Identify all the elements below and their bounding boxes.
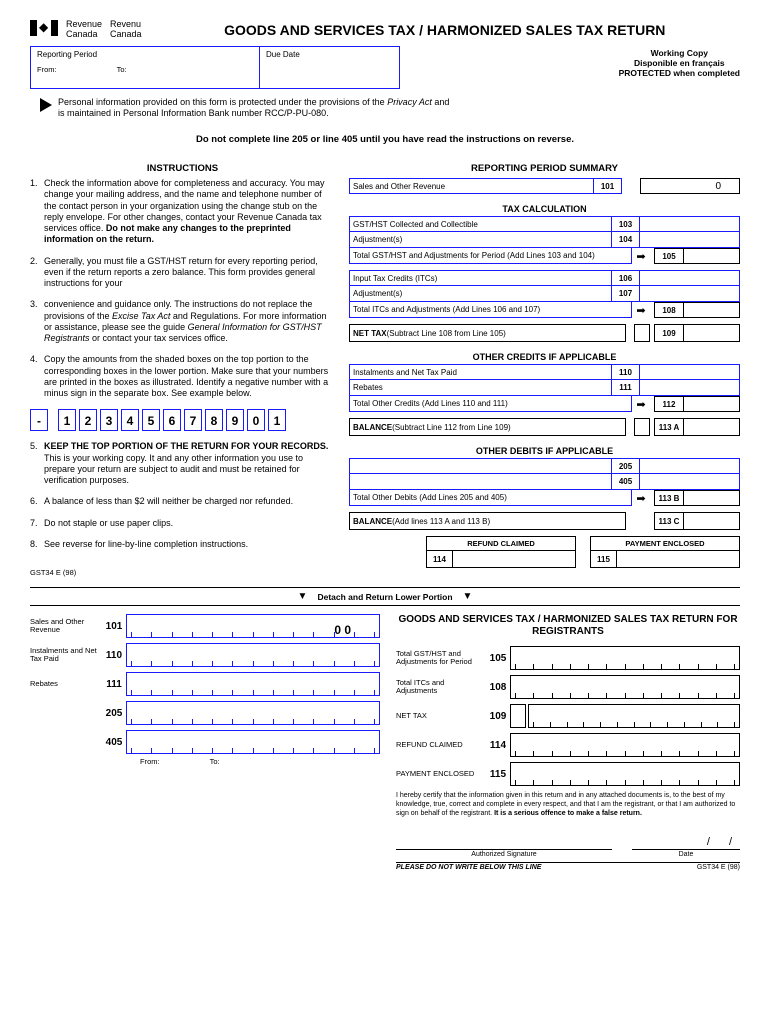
line-112-total: Total Other Credits (Add Lines 110 and 1… (349, 396, 740, 412)
credits-head: OTHER CREDITS IF APPLICABLE (349, 352, 740, 362)
line-103: GST/HST Collected and Collectible103 (349, 216, 740, 232)
instructions-list-2: 5.KEEP THE TOP PORTION OF THE RETURN FOR… (30, 441, 335, 550)
line-105-total: Total GST/HST and Adjustments for Period… (349, 248, 740, 264)
line-405: 405 (349, 474, 740, 490)
arrow-icon: ➡ (632, 396, 650, 412)
line-109-net: NET TAX (Subtract Line 108 from Line 105… (349, 324, 740, 342)
lower-line-111: Rebates111 (30, 672, 380, 696)
debits-head: OTHER DEBITS IF APPLICABLE (349, 446, 740, 456)
lower-line-114: REFUND CLAIMED114 (396, 733, 740, 757)
down-triangle-icon: ▼ (298, 591, 308, 602)
working-copy-note: Working Copy Disponible en français PROT… (619, 46, 740, 89)
canada-flag-icon (30, 20, 58, 36)
date-field[interactable]: / / (632, 836, 740, 848)
signature-line[interactable]: Authorized Signature (396, 849, 612, 858)
from-label: From: (37, 65, 57, 74)
form-code-top: GST34 E (98) (30, 568, 740, 577)
line-113b-total: Total Other Debits (Add Lines 205 and 40… (349, 490, 740, 506)
reporting-period-box[interactable]: Reporting Period From: To: (30, 46, 260, 89)
header: RevenueCanada RevenuCanada GOODS AND SER… (30, 20, 740, 40)
agency-fr: RevenuCanada (110, 20, 142, 40)
lower-right-column: GOODS AND SERVICES TAX / HARMONIZED SALE… (396, 614, 740, 871)
due-date-label: Due Date (266, 50, 393, 59)
top-boxes: Reporting Period From: To: Due Date Work… (30, 46, 740, 89)
reporting-period-label: Reporting Period (37, 50, 253, 59)
line-110: Instalments and Net Tax Paid110 (349, 364, 740, 380)
arrow-icon: ➡ (632, 490, 650, 506)
example-digits: - 1 2 3 4 5 6 7 8 9 0 1 (30, 409, 335, 431)
lower-line-110: Instalments and Net Tax Paid110 (30, 643, 380, 667)
lower-line-205: 205 (30, 701, 380, 725)
lower-line-115: PAYMENT ENCLOSED115 (396, 762, 740, 786)
form-title: GOODS AND SERVICES TAX / HARMONIZED SALE… (150, 20, 740, 38)
line-107: Adjustment(s)107 (349, 286, 740, 302)
line-101: Sales and Other Revenue 101 0 (349, 178, 740, 194)
lower-line-108: Total ITCs and Adjustments108 (396, 675, 740, 699)
lower-line-101: Sales and Other Revenue1010 0 (30, 614, 380, 638)
lower-from: From: (140, 757, 160, 766)
lower-line-105: Total GST/HST and Adjustments for Period… (396, 646, 740, 670)
lower-to: To: (210, 757, 220, 766)
instructions-list: 1.Check the information above for comple… (30, 178, 335, 399)
footer-line: PLEASE DO NOT WRITE BELOW THIS LINE GST3… (396, 862, 740, 871)
summary-head: REPORTING PERIOD SUMMARY (349, 163, 740, 174)
lower-left-column: Sales and Other Revenue1010 0 Instalments… (30, 614, 380, 871)
instructions-head: INSTRUCTIONS (30, 163, 335, 174)
lower-title: GOODS AND SERVICES TAX / HARMONIZED SALE… (396, 614, 740, 638)
down-triangle-icon: ▼ (463, 591, 473, 602)
arrow-icon: ➡ (632, 302, 650, 318)
lower-line-405: 405 (30, 730, 380, 754)
line-113a-balance: BALANCE (Subtract Line 112 from Line 109… (349, 418, 740, 436)
privacy-notice: Personal information provided on this fo… (40, 97, 740, 120)
line-106: Input Tax Credits (ITCs)106 (349, 270, 740, 286)
triangle-icon (40, 98, 52, 112)
certification-text: I hereby certify that the information gi… (396, 792, 740, 818)
lower-line-109: NET TAX109 (396, 704, 740, 728)
refund-box: REFUND CLAIMED 114 (426, 536, 576, 568)
line-111: Rebates111 (349, 380, 740, 396)
warning-text: Do not complete line 205 or line 405 unt… (30, 134, 740, 145)
line-113c-balance: BALANCE (Add lines 113 A and 113 B) 113 … (349, 512, 740, 530)
arrow-icon: ➡ (632, 248, 650, 264)
line-205: 205 (349, 458, 740, 474)
agency-en: RevenueCanada (66, 20, 102, 40)
line-108-total: Total ITCs and Adjustments (Add Lines 10… (349, 302, 740, 318)
line-104: Adjustment(s)104 (349, 232, 740, 248)
detach-line: ▼ Detach and Return Lower Portion ▼ (30, 587, 740, 606)
payment-box: PAYMENT ENCLOSED 115 (590, 536, 740, 568)
due-date-box[interactable]: Due Date (260, 46, 400, 89)
tax-calc-head: TAX CALCULATION (349, 204, 740, 214)
to-label: To: (117, 65, 127, 74)
